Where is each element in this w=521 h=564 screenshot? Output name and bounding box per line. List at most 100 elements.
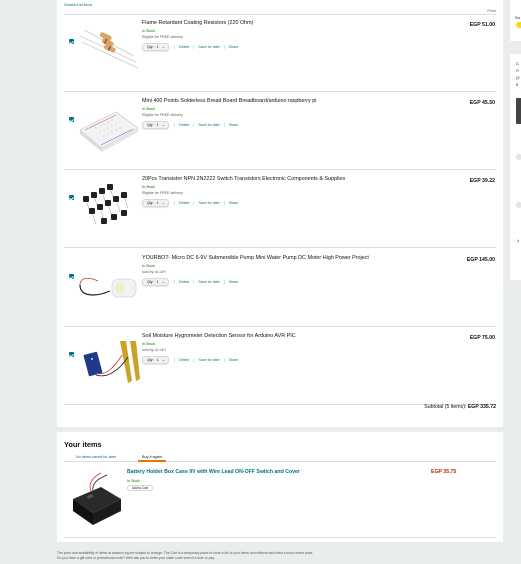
qty-label: Qty: (147, 280, 154, 284)
gift-card-note: Do you have a gift card or promotional c… (57, 555, 215, 560)
item-price: EGP 145.00 (466, 257, 495, 263)
item-price: EGP 75.00 (469, 335, 495, 341)
save-for-later-link[interactable]: Save for later (193, 201, 223, 205)
stock-status: In Stock (142, 185, 155, 189)
soil-sensor-image[interactable] (76, 335, 142, 395)
qty-value: 1 (156, 358, 159, 362)
tab-buy-again[interactable]: Buy it again (138, 454, 166, 462)
recommendations-text: C R (2 it (516, 60, 520, 88)
delivery-note: Eligible for FREE delivery (142, 113, 183, 117)
cart-footer-note: The price and availability of items at a… (57, 551, 503, 560)
seller-note: sold by: Ai-LiFt (142, 348, 166, 352)
breadboard-image[interactable] (76, 100, 142, 160)
carousel-dot[interactable] (516, 202, 521, 208)
delete-link[interactable]: Delete (174, 358, 193, 362)
carousel-dot[interactable] (516, 154, 521, 160)
item-title[interactable]: 20Pcs Transistor NPN 2N2222 Switch Trans… (142, 176, 345, 182)
share-link[interactable]: Share (223, 45, 243, 49)
cart-item: Soil Moisture Hygrometer Detection Senso… (64, 327, 496, 405)
item-price: EGP 39.22 (469, 178, 495, 184)
checkout-side-panel: Su (510, 0, 521, 41)
chevron-right-icon[interactable]: › (517, 238, 519, 245)
quantity-select[interactable]: Qty: 1 ⌄ (142, 121, 169, 129)
resistors-image[interactable] (76, 22, 142, 82)
item-checkbox[interactable] (69, 352, 74, 357)
qty-label: Qty: (147, 45, 154, 49)
recommendation-image[interactable] (516, 98, 521, 124)
chevron-down-icon: ⌄ (161, 358, 165, 362)
your-items-panel: Your items No items saved for later Buy … (57, 432, 503, 542)
rec-heading-fragment: C (516, 61, 519, 66)
subtotal-label: Subtotal (5 items): (424, 404, 467, 410)
item-price: EGP 45.50 (469, 100, 495, 106)
recommendations-side-panel: C R (2 it › (510, 54, 521, 280)
save-for-later-link[interactable]: Save for later (193, 280, 223, 284)
save-for-later-link[interactable]: Save for later (193, 123, 223, 127)
cart-item: Flame Retardant Coating Resistors (220 O… (64, 14, 496, 92)
proceed-to-buy-button[interactable] (516, 22, 521, 28)
item-price: EGP 51.00 (469, 22, 495, 28)
cart-item: Mini 400 Points Solderless Bread Board B… (64, 92, 496, 170)
item-title[interactable]: Mini 400 Points Solderless Bread Board B… (142, 98, 316, 104)
delete-link[interactable]: Delete (174, 45, 193, 49)
cart-panel: Deselect all items Price Flame Retardant… (57, 0, 503, 427)
item-checkbox[interactable] (69, 117, 74, 122)
rec-items-fragment: it (516, 82, 518, 87)
item-title[interactable]: Soil Moisture Hygrometer Detection Senso… (142, 333, 296, 339)
quantity-select[interactable]: Qty: 1 ⌄ (142, 356, 169, 364)
share-link[interactable]: Share (223, 358, 243, 362)
battery-holder-image[interactable] (67, 469, 125, 531)
item-title[interactable]: YOURBOT- Micro DC 6-9V Submersible Pump … (142, 255, 369, 261)
delivery-note: Eligible for FREE delivery (142, 191, 183, 195)
tab-saved-for-later[interactable]: No items saved for later (72, 454, 120, 462)
chevron-down-icon: ⌄ (161, 45, 165, 49)
qty-value: 1 (156, 280, 159, 284)
qty-label: Qty: (147, 201, 154, 205)
subtotal: Subtotal (5 items): EGP 335.72 (424, 404, 496, 410)
chevron-down-icon: ⌄ (161, 201, 165, 205)
subtotal-value: EGP 335.72 (467, 404, 496, 410)
qty-value: 1 (156, 201, 159, 205)
item-actions: Delete Save for later Share (174, 123, 242, 127)
buy-again-price: EGP 35.75 (431, 469, 457, 475)
qty-label: Qty: (147, 358, 154, 362)
save-for-later-link[interactable]: Save for later (193, 45, 223, 49)
quantity-select[interactable]: Qty: 1 ⌄ (142, 278, 169, 286)
item-actions: Delete Save for later Share (174, 280, 242, 284)
delete-link[interactable]: Delete (174, 201, 193, 205)
price-column-header: Price (487, 9, 496, 13)
stock-status: In Stock (142, 342, 155, 346)
delete-link[interactable]: Delete (174, 280, 193, 284)
stock-status: In Stock (142, 29, 155, 33)
delivery-note: Eligible for FREE delivery (142, 35, 183, 39)
chevron-down-icon: ⌄ (161, 123, 165, 127)
transistors-image[interactable] (76, 178, 142, 238)
add-to-cart-button[interactable]: Add to Cart (127, 485, 153, 491)
item-title[interactable]: Flame Retardant Coating Resistors (220 O… (142, 20, 253, 26)
your-items-tabs: No items saved for later Buy it again (64, 453, 496, 462)
item-checkbox[interactable] (69, 274, 74, 279)
quantity-select[interactable]: Qty: 1 ⌄ (142, 199, 169, 207)
stock-status: In Stock (142, 107, 155, 111)
share-link[interactable]: Share (223, 201, 243, 205)
item-checkbox[interactable] (69, 195, 74, 200)
share-link[interactable]: Share (223, 123, 243, 127)
item-checkbox[interactable] (69, 39, 74, 44)
qty-value: 1 (156, 123, 159, 127)
buy-again-title[interactable]: Battery Holder Box Case 9V with Wire Lea… (127, 469, 300, 475)
item-actions: Delete Save for later Share (174, 358, 242, 362)
quantity-select[interactable]: Qty: 1 ⌄ (142, 43, 169, 51)
rec-count-fragment: (2 (516, 75, 520, 80)
delete-link[interactable]: Delete (174, 123, 193, 127)
save-for-later-link[interactable]: Save for later (193, 358, 223, 362)
seller-note: sold by: Ai-LiFt (142, 270, 166, 274)
rec-title-fragment[interactable]: R (516, 67, 520, 74)
share-link[interactable]: Share (223, 280, 243, 284)
cart-item: 20Pcs Transistor NPN 2N2222 Switch Trans… (64, 170, 496, 248)
chevron-down-icon: ⌄ (161, 280, 165, 284)
water-pump-image[interactable] (76, 257, 142, 317)
stock-status: In Stock (127, 479, 140, 483)
qty-value: 1 (156, 45, 159, 49)
deselect-all-link[interactable]: Deselect all items (64, 3, 92, 7)
stock-status: In Stock (142, 264, 155, 268)
